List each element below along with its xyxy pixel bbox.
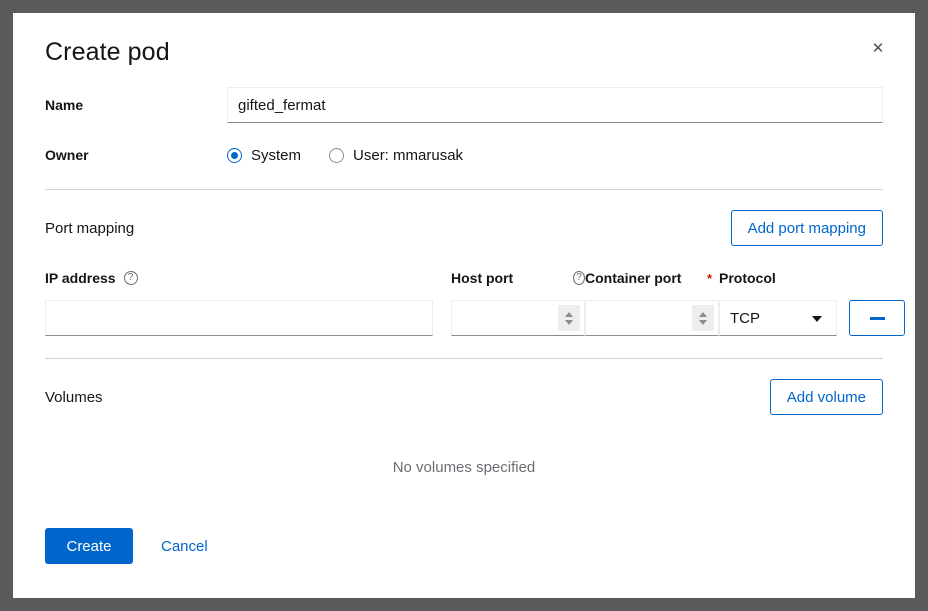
host-port-stepper — [451, 300, 585, 336]
radio-unselected-icon — [329, 148, 344, 163]
container-port-stepper — [585, 300, 719, 336]
dialog-body: Name Owner System User: mmarusak — [13, 87, 915, 476]
volumes-section-header: Volumes Add volume — [45, 379, 883, 415]
name-form-row: Name — [45, 87, 883, 123]
protocol-select[interactable]: TCP — [719, 300, 837, 336]
host-port-cell — [451, 300, 585, 336]
chevron-down-icon — [565, 320, 573, 325]
radio-owner-user-label: User: mmarusak — [353, 147, 463, 164]
create-button[interactable]: Create — [45, 528, 133, 564]
owner-field-wrapper: System User: mmarusak — [227, 143, 883, 167]
minus-icon — [870, 317, 885, 320]
divider-above-volumes — [45, 358, 883, 359]
page-title: Create pod — [45, 37, 883, 67]
protocol-selected-value: TCP — [730, 310, 760, 327]
column-header-ip-address-label: IP address — [45, 270, 116, 286]
required-asterisk: * — [707, 272, 712, 285]
column-header-container-port: Container port — [585, 268, 701, 288]
remove-port-mapping-button[interactable] — [849, 300, 905, 336]
column-header-host-port: Host port — [451, 268, 567, 288]
column-header-host-port-label: Host port — [451, 270, 513, 286]
owner-radio-group: System User: mmarusak — [227, 143, 883, 167]
port-mapping-grid: IP address ? Host port ? Container port … — [45, 268, 883, 336]
dialog-footer: Create Cancel — [13, 528, 915, 564]
protocol-cell: TCP — [719, 300, 837, 336]
create-pod-dialog: Create pod ✕ Name Owner System — [13, 13, 915, 598]
name-input[interactable] — [227, 87, 883, 123]
dialog-header: Create pod ✕ — [13, 13, 915, 67]
chevron-up-icon — [565, 312, 573, 317]
add-volume-button[interactable]: Add volume — [770, 379, 883, 415]
ip-address-cell — [45, 300, 433, 336]
container-port-spinner-icon[interactable] — [692, 305, 714, 331]
radio-owner-system[interactable]: System — [227, 147, 301, 164]
volumes-empty-message: No volumes specified — [45, 459, 883, 476]
port-mapping-title: Port mapping — [45, 220, 134, 237]
column-header-container-port-label: Container port — [585, 270, 681, 286]
chevron-down-icon — [699, 320, 707, 325]
help-circle-icon[interactable]: ? — [573, 271, 585, 285]
help-circle-icon[interactable]: ? — [124, 271, 138, 285]
port-mapping-section-header: Port mapping Add port mapping — [45, 210, 883, 246]
radio-owner-system-label: System — [251, 147, 301, 164]
host-port-spinner-icon[interactable] — [558, 305, 580, 331]
column-header-protocol-label: Protocol — [719, 270, 776, 286]
chevron-down-icon — [812, 316, 822, 322]
add-port-mapping-button[interactable]: Add port mapping — [731, 210, 883, 246]
name-field-wrapper — [227, 87, 883, 123]
container-port-required-cell: * — [701, 268, 719, 288]
column-header-protocol: Protocol — [719, 268, 837, 288]
remove-port-mapping-cell — [849, 300, 905, 336]
name-label: Name — [45, 97, 227, 113]
volumes-title: Volumes — [45, 389, 103, 406]
cancel-button[interactable]: Cancel — [145, 528, 224, 564]
owner-label: Owner — [45, 147, 227, 163]
container-port-cell — [585, 300, 719, 336]
divider-above-port-mapping — [45, 189, 883, 190]
radio-owner-user[interactable]: User: mmarusak — [329, 147, 463, 164]
owner-form-row: Owner System User: mmarusak — [45, 143, 883, 167]
radio-selected-icon — [227, 148, 242, 163]
column-header-ip-address: IP address ? — [45, 268, 433, 288]
ip-address-input[interactable] — [45, 300, 433, 336]
close-icon[interactable]: ✕ — [860, 31, 896, 67]
chevron-up-icon — [699, 312, 707, 317]
host-port-help-cell: ? — [567, 268, 585, 288]
